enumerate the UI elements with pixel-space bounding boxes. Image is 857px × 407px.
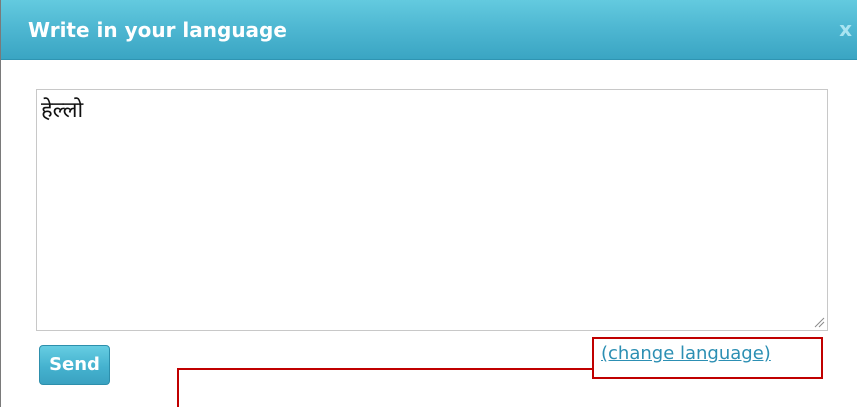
resize-grip-icon[interactable] (813, 316, 825, 328)
message-textarea[interactable]: हेल्लो (36, 89, 828, 331)
write-in-language-dialog: Write in your language x हेल्लो Send (ch… (0, 0, 857, 407)
change-language-link[interactable]: (change language) (601, 342, 771, 366)
message-text: हेल्लो (41, 98, 84, 123)
annotation-callout-line (177, 368, 592, 370)
close-icon[interactable]: x (839, 17, 852, 41)
annotation-callout-line-vertical (177, 368, 179, 407)
dialog-title: Write in your language (28, 18, 287, 42)
dialog-title-bar: Write in your language x (1, 0, 857, 60)
send-button[interactable]: Send (39, 345, 110, 385)
